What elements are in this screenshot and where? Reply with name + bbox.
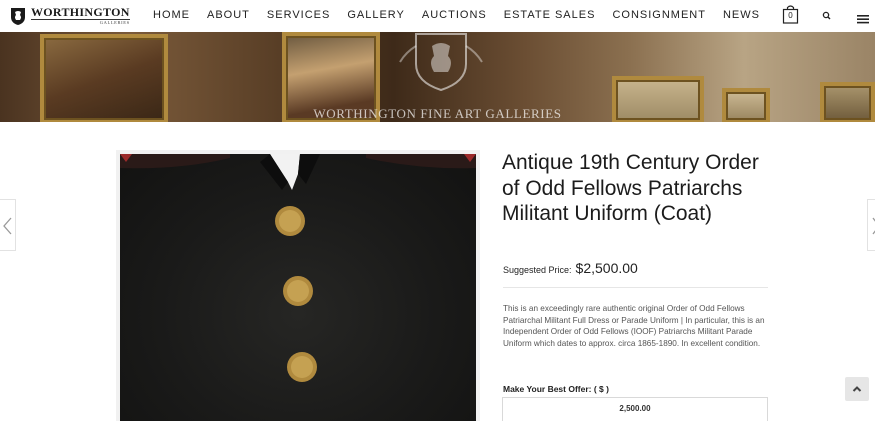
nav-home[interactable]: HOME	[153, 9, 190, 21]
nav-about[interactable]: ABOUT	[207, 9, 250, 21]
cart-button[interactable]: 0	[782, 4, 799, 24]
previous-product-button[interactable]	[0, 199, 16, 251]
product-image[interactable]	[116, 150, 480, 421]
hero-banner: WORTHINGTON FINE ART GALLERIES	[0, 32, 875, 122]
brand-name: WORTHINGTON	[31, 5, 130, 20]
nav-estate-sales[interactable]: ESTATE SALES	[504, 9, 596, 21]
price-label: Suggested Price:	[503, 265, 572, 275]
price-row: Suggested Price: $2,500.00	[503, 260, 638, 276]
top-nav: WORTHINGTON GALLERIES HOME ABOUT SERVICE…	[0, 0, 875, 32]
chevron-up-icon	[852, 386, 862, 392]
crest-icon	[399, 33, 483, 92]
brand-logo[interactable]: WORTHINGTON GALLERIES	[8, 5, 130, 27]
nav-auctions[interactable]: AUCTIONS	[422, 9, 487, 21]
product-title: Antique 19th Century Order of Odd Fellow…	[502, 151, 759, 225]
brand-subtitle: GALLERIES	[31, 19, 130, 26]
lion-crest-icon	[11, 8, 25, 25]
back-to-top-button[interactable]	[845, 377, 869, 401]
main-menu: HOME ABOUT SERVICES GALLERY AUCTIONS EST…	[153, 9, 777, 21]
price-value: $2,500.00	[575, 260, 638, 276]
cart-count: 0	[788, 11, 793, 20]
coat-button	[283, 276, 313, 306]
coat-details	[120, 154, 476, 382]
nav-gallery[interactable]: GALLERY	[347, 9, 405, 21]
chevron-left-icon	[3, 217, 12, 235]
coat-button	[275, 206, 305, 236]
menu-button[interactable]	[857, 11, 869, 24]
nav-services[interactable]: SERVICES	[267, 9, 330, 21]
chevron-right-icon	[872, 217, 875, 235]
coat-button	[287, 352, 317, 382]
product-description: This is an exceedingly rare authentic or…	[503, 304, 765, 348]
offer-input[interactable]	[502, 397, 768, 421]
search-button[interactable]	[821, 9, 833, 21]
next-product-button[interactable]	[867, 199, 875, 251]
nav-consignment[interactable]: CONSIGNMENT	[612, 9, 706, 21]
menu-icon	[857, 15, 869, 24]
search-icon	[822, 11, 831, 20]
divider	[503, 287, 768, 288]
nav-news[interactable]: NEWS	[723, 9, 760, 21]
offer-label: Make Your Best Offer: ( $ )	[503, 384, 609, 394]
hero-title: WORTHINGTON FINE ART GALLERIES	[313, 106, 562, 121]
coat-photo	[120, 154, 476, 421]
